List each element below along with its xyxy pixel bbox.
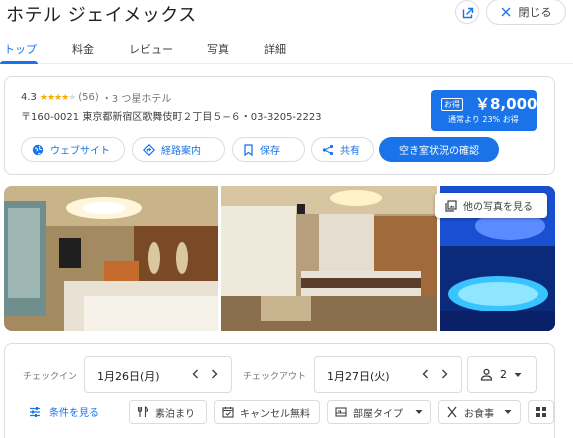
review-count[interactable]: (56)	[78, 92, 99, 103]
tune-icon	[30, 406, 40, 417]
chevron-left-icon[interactable]	[421, 368, 431, 380]
checkout-label: チェックアウト	[243, 372, 307, 382]
website-button[interactable]: ウェブサイト	[21, 137, 125, 162]
checkin-date: 1月26日(月)	[97, 370, 160, 383]
rating-value: 4.3	[21, 92, 37, 103]
calendar-icon	[222, 407, 234, 418]
tab-details[interactable]: 詳細	[264, 41, 286, 57]
bed-icon	[335, 407, 347, 417]
directions-label: 経路案内	[161, 146, 201, 157]
open-in-new-button[interactable]	[455, 0, 479, 24]
directions-button[interactable]: 経路案内	[132, 137, 225, 162]
filter-chip-label: 素泊まり	[155, 408, 195, 420]
photo-gallery: 他の写真を見る	[4, 186, 555, 331]
star-rating: ★★★★★	[39, 92, 76, 103]
tab-photos[interactable]: 写真	[207, 41, 229, 57]
tab-bar: トップ 料金 レビュー 写真 詳細	[0, 38, 573, 64]
dropdown-arrow-icon	[514, 372, 522, 377]
filter-chip-label: お食事	[464, 408, 494, 420]
save-label: 保存	[260, 146, 280, 157]
more-photos-label: 他の写真を見る	[463, 202, 533, 213]
more-photos-button[interactable]: 他の写真を見る	[435, 193, 547, 218]
tab-top[interactable]: トップ	[4, 41, 37, 57]
photo-library-icon	[445, 199, 457, 212]
dropdown-arrow-icon	[504, 410, 512, 414]
restaurant-icon	[447, 406, 457, 418]
person-icon	[480, 368, 493, 381]
open-external-icon	[462, 7, 474, 19]
checkin-label: チェックイン	[23, 372, 78, 382]
dropdown-arrow-icon	[415, 410, 423, 414]
share-label: 共有	[340, 146, 360, 157]
share-icon	[322, 144, 334, 155]
tab-reviews[interactable]: レビュー	[129, 41, 173, 57]
tab-prices[interactable]: 料金	[72, 41, 94, 57]
filter-chip-label: 部屋タイプ	[353, 408, 403, 420]
checkin-date-field[interactable]: 1月26日(月)	[84, 356, 232, 393]
save-button[interactable]: 保存	[232, 137, 305, 162]
checkout-date: 1月27日(火)	[327, 370, 390, 383]
view-conditions-button[interactable]: 条件を見る	[29, 404, 99, 419]
share-button[interactable]: 共有	[311, 137, 374, 162]
cutlery-off-icon	[137, 406, 149, 417]
guest-count: 2	[500, 368, 507, 381]
header: ホテル ジェイメックス 閉じる	[0, 0, 573, 32]
filter-bar: 条件を見る 素泊まり キャンセル無料 部屋タイプ お食事	[5, 400, 556, 424]
view-conditions-label: 条件を見る	[49, 408, 99, 419]
active-tab-indicator	[0, 61, 38, 64]
close-label: 閉じる	[518, 6, 552, 19]
booking-card: チェックイン 1月26日(月) チェックアウト 1月27日(火) 2 条件を見る…	[4, 343, 555, 438]
website-label: ウェブサイト	[50, 146, 110, 157]
globe-icon	[32, 144, 44, 155]
directions-icon	[143, 143, 155, 156]
hotel-photo-1[interactable]	[4, 186, 218, 331]
price-button[interactable]: お得 ￥8,000 通常より 23% お得	[431, 90, 537, 131]
rating-line: 4.3 ★★★★★ (56) ・3 つ星ホテル	[21, 90, 171, 105]
bookmark-icon	[244, 143, 253, 156]
filter-chip-free-cancellation[interactable]: キャンセル無料	[214, 400, 320, 424]
chevron-left-icon[interactable]	[191, 368, 201, 380]
grid-icon	[536, 407, 546, 417]
hotel-title: ホテル ジェイメックス	[6, 5, 197, 26]
filter-chip-room-only[interactable]: 素泊まり	[129, 400, 207, 424]
chevron-right-icon[interactable]	[439, 368, 449, 380]
hotel-class: ・3 つ星ホテル	[101, 94, 172, 105]
filter-chip-label: キャンセル無料	[240, 408, 310, 420]
filter-chip-more[interactable]	[528, 400, 554, 424]
price-discount-note: 通常より 23% お得	[448, 115, 519, 124]
check-availability-button[interactable]: 空き室状況の確認	[379, 137, 499, 162]
deal-badge: お得	[441, 98, 463, 111]
guest-count-selector[interactable]: 2	[467, 356, 537, 393]
checkout-date-field[interactable]: 1月27日(火)	[314, 356, 462, 393]
hotel-photo-2[interactable]	[221, 186, 437, 331]
close-button[interactable]: 閉じる	[486, 0, 566, 25]
address-phone: 〒160-0021 東京都新宿区歌舞伎町２丁目５−６・03-3205-2223	[21, 112, 322, 123]
price-value: ￥8,000	[475, 95, 538, 113]
filter-chip-room-type[interactable]: 部屋タイプ	[327, 400, 431, 424]
chevron-right-icon[interactable]	[209, 368, 219, 380]
overview-card: 4.3 ★★★★★ (56) ・3 つ星ホテル 〒160-0021 東京都新宿区…	[4, 76, 555, 175]
filter-chip-meals[interactable]: お食事	[438, 400, 521, 424]
close-icon	[501, 7, 510, 17]
